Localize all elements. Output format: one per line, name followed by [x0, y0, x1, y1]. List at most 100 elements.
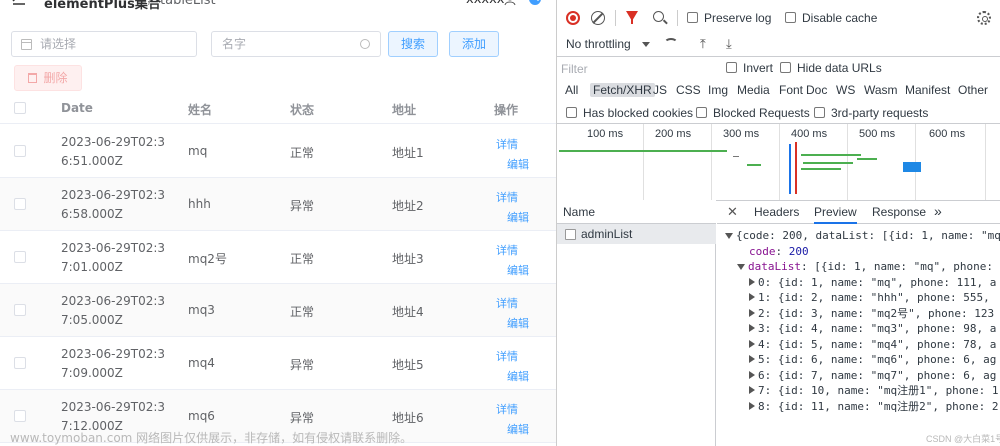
blocked-requests-checkbox[interactable]	[696, 107, 707, 118]
disable-cache-checkbox[interactable]	[785, 12, 796, 23]
request-row[interactable]: adminList	[557, 224, 716, 244]
detail-tabs: ✕ Headers Preview Response »	[717, 200, 1000, 224]
table-row[interactable]: 2023-06-29T02:37:05.000Z mq3 正常 地址4 详情 编辑	[0, 284, 556, 337]
table-row[interactable]: 2023-06-29T02:36:58.000Z hhh 异常 地址2 详情 编辑	[0, 178, 556, 231]
row-checkbox[interactable]	[14, 410, 26, 422]
third-party-checkbox[interactable]	[814, 107, 825, 118]
detail-link[interactable]: 详情	[496, 242, 518, 258]
palette-icon[interactable]	[528, 0, 542, 6]
row-checkbox[interactable]	[14, 304, 26, 316]
network-timeline[interactable]: 100 ms 200 ms 300 ms 400 ms 500 ms 600 ms	[557, 124, 1000, 200]
type-filter-doc[interactable]: Doc	[806, 83, 827, 97]
tab-headers[interactable]: Headers	[754, 205, 799, 219]
json-item[interactable]: 3: {id: 4, name: "mq3", phone: 98, a	[717, 321, 1000, 337]
type-filter-wasm[interactable]: Wasm	[864, 83, 898, 97]
expand-icon[interactable]	[737, 264, 745, 270]
type-filter-fetchxhr[interactable]: Fetch/XHR	[590, 83, 655, 97]
network-conditions-icon[interactable]	[664, 38, 678, 48]
row-checkbox[interactable]	[14, 357, 26, 369]
more-tabs-icon[interactable]: »	[934, 203, 942, 219]
breadcrumb-home[interactable]: elementPlus集合	[44, 0, 161, 12]
table-row[interactable]: 2023-06-29T02:37:01.000Z mq2号 正常 地址3 详情 编辑	[0, 231, 556, 284]
type-filter-css[interactable]: CSS	[676, 83, 701, 97]
search-icon[interactable]	[653, 11, 664, 22]
json-root[interactable]: {code: 200, dataList: [{id: 1, name: "mq	[717, 228, 1000, 244]
detail-link[interactable]: 详情	[496, 189, 518, 205]
edit-link[interactable]: 编辑	[507, 315, 529, 331]
search-button[interactable]: 搜索	[388, 31, 438, 57]
expand-icon[interactable]	[749, 355, 755, 363]
json-item[interactable]: 8: {id: 11, name: "mq注册2", phone: 2	[717, 399, 1000, 415]
menu-fold-icon[interactable]	[12, 0, 26, 6]
expand-icon[interactable]	[749, 293, 755, 301]
name-search-field[interactable]	[211, 31, 381, 57]
detail-link[interactable]: 详情	[496, 136, 518, 152]
preserve-log-checkbox[interactable]	[687, 12, 698, 23]
invert-checkbox[interactable]	[726, 62, 737, 73]
json-item[interactable]: 7: {id: 10, name: "mq注册1", phone: 1	[717, 383, 1000, 399]
filter-icon[interactable]	[626, 11, 638, 24]
close-icon[interactable]: ✕	[727, 204, 738, 220]
row-checkbox[interactable]	[14, 198, 26, 210]
expand-icon[interactable]	[749, 386, 755, 394]
expand-icon[interactable]	[725, 233, 733, 239]
expand-icon[interactable]	[749, 370, 755, 379]
expand-icon[interactable]	[749, 277, 755, 286]
filter-input[interactable]	[561, 60, 713, 78]
chevron-down-icon[interactable]	[642, 42, 650, 47]
timeline-bar	[559, 150, 727, 152]
throttling-select[interactable]: No throttling	[566, 37, 631, 51]
table-row[interactable]: 2023-06-29T02:36:51.000Z mq 正常 地址1 详情 编辑	[0, 125, 556, 178]
type-filter-media[interactable]: Media	[737, 83, 770, 97]
tab-response[interactable]: Response	[872, 205, 926, 219]
name-input[interactable]	[222, 36, 352, 52]
select-all-checkbox[interactable]	[14, 102, 26, 114]
add-button[interactable]: 添加	[449, 31, 499, 57]
status-select[interactable]	[11, 31, 197, 57]
upload-icon[interactable]: ⤒	[700, 36, 706, 52]
expand-icon[interactable]	[749, 324, 755, 332]
type-filter-all[interactable]: All	[565, 83, 578, 97]
record-icon[interactable]	[566, 11, 580, 25]
json-item[interactable]: 1: {id: 2, name: "hhh", phone: 555,	[717, 290, 1000, 306]
type-filter-js[interactable]: JS	[653, 83, 667, 97]
edit-link[interactable]: 编辑	[507, 209, 529, 225]
blocked-cookies-checkbox[interactable]	[566, 107, 577, 118]
download-icon[interactable]: ⤓	[726, 36, 732, 52]
delete-button[interactable]: 删除	[14, 65, 82, 91]
third-party-label: 3rd-party requests	[831, 106, 929, 120]
edit-link[interactable]: 编辑	[507, 421, 529, 437]
edit-link[interactable]: 编辑	[507, 156, 529, 172]
json-item[interactable]: 5: {id: 6, name: "mq6", phone: 6, ag	[717, 352, 1000, 368]
detail-link[interactable]: 详情	[496, 295, 518, 311]
detail-link[interactable]: 详情	[496, 348, 518, 364]
expand-icon[interactable]	[749, 308, 755, 317]
type-filter-other[interactable]: Other	[958, 83, 988, 97]
expand-icon[interactable]	[749, 339, 755, 348]
avatar-icon[interactable]	[504, 0, 516, 6]
json-item[interactable]: 0: {id: 1, name: "mq", phone: 111, a	[717, 275, 1000, 291]
table-row[interactable]: 2023-06-29T02:37:09.000Z mq4 异常 地址5 详情 编辑	[0, 337, 556, 390]
json-item[interactable]: 2: {id: 3, name: "mq2号", phone: 123	[717, 306, 1000, 322]
type-filter-font[interactable]: Font	[779, 83, 803, 97]
row-checkbox[interactable]	[14, 145, 26, 157]
edit-link[interactable]: 编辑	[507, 262, 529, 278]
type-filter-manifest[interactable]: Manifest	[905, 83, 950, 97]
detail-link[interactable]: 详情	[496, 401, 518, 417]
settings-gear-icon[interactable]	[977, 11, 991, 25]
row-checkbox[interactable]	[14, 251, 26, 263]
tab-preview[interactable]: Preview	[814, 205, 857, 224]
type-filter-ws[interactable]: WS	[836, 83, 855, 97]
edit-link[interactable]: 编辑	[507, 368, 529, 384]
select-input[interactable]	[40, 36, 190, 52]
name-column-header[interactable]: Name	[557, 200, 716, 224]
hide-data-urls-checkbox[interactable]	[780, 62, 791, 73]
json-datalist[interactable]: dataList: [{id: 1, name: "mq", phone:	[717, 259, 1000, 275]
breadcrumb-current: tableList	[160, 0, 216, 8]
user-name[interactable]: xxxxx	[466, 0, 504, 7]
expand-icon[interactable]	[749, 401, 755, 410]
clear-icon[interactable]	[591, 11, 605, 25]
json-item[interactable]: 4: {id: 5, name: "mq4", phone: 78, a	[717, 337, 1000, 353]
json-item[interactable]: 6: {id: 7, name: "mq7", phone: 6, ag	[717, 368, 1000, 384]
type-filter-img[interactable]: Img	[708, 83, 728, 97]
